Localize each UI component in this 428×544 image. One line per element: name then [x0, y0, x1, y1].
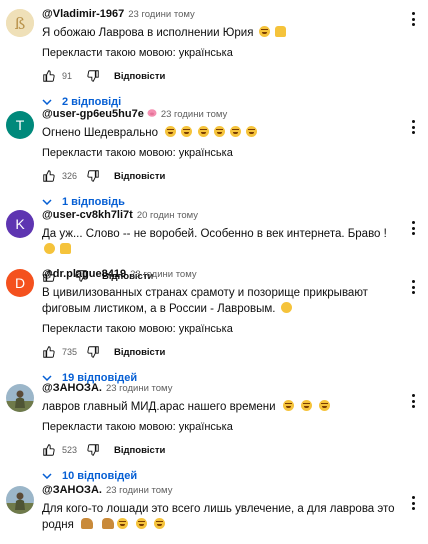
laughing-emoji-icon	[258, 26, 270, 37]
comment-text: Огнено Шедеврально	[42, 125, 402, 141]
rolling-laughing-emoji-icon	[300, 400, 312, 411]
comment: K @user-cv8kh7li7t 20 годин тому Да уж..…	[0, 209, 428, 282]
comment-text-content: Я обожаю Лаврова в исполнении Юрия	[42, 27, 254, 39]
comment-author[interactable]: @user-gp6eu5hu7e	[42, 108, 144, 120]
comment-text: Да уж... Слово -- не воробей. Особенно в…	[42, 226, 402, 258]
laughing-emoji-icon	[181, 126, 193, 137]
avatar-letter: D	[14, 275, 26, 291]
monogram-avatar-icon: ß	[6, 9, 34, 37]
laughing-emoji-icon	[229, 126, 241, 137]
comment-time[interactable]: 23 години тому	[130, 269, 197, 280]
thumbs-up-emoji-icon	[274, 26, 286, 37]
soldier-avatar-icon	[6, 384, 34, 412]
comment-text-content: Для кого-то лошади это всего лишь увлече…	[42, 503, 395, 531]
svg-text:ß: ß	[15, 14, 26, 33]
like-icon[interactable]	[42, 345, 56, 359]
replies-count: 2 відповіді	[62, 96, 122, 108]
dislike-icon[interactable]	[86, 345, 100, 359]
avatar[interactable]: T	[6, 111, 34, 139]
horse-emoji-icon	[81, 518, 94, 529]
like-icon[interactable]	[42, 69, 56, 83]
comment-time[interactable]: 23 години тому	[128, 9, 195, 20]
thumbs-up-emoji-icon	[60, 243, 72, 254]
avatar-letter: K	[15, 216, 25, 232]
comment: @ЗАНОЗА. 23 години тому Для кого-то лоша…	[0, 484, 428, 544]
comment-author[interactable]: @ЗАНОЗА.	[42, 382, 102, 394]
comment-text: лавров главный МИД.арас нашего времени	[42, 399, 402, 415]
comment: D @dr.plague8419 23 години тому В цивили…	[0, 268, 428, 384]
avatar[interactable]: K	[6, 210, 34, 238]
comment-time[interactable]: 23 години тому	[106, 485, 173, 496]
translate-link[interactable]: Перекласти такою мовою: українська	[42, 147, 402, 159]
avatar[interactable]	[6, 486, 34, 514]
dislike-icon[interactable]	[86, 443, 100, 457]
pig-emoji-icon	[147, 109, 157, 117]
reply-button[interactable]: Відповісти	[114, 445, 165, 456]
laughing-emoji-icon	[246, 126, 258, 137]
more-actions-icon[interactable]	[412, 394, 416, 408]
comment-author[interactable]: @user-cv8kh7li7t	[42, 209, 133, 221]
more-actions-icon[interactable]	[412, 280, 416, 294]
smile-emoji-icon	[280, 302, 292, 313]
rolling-laughing-emoji-icon	[135, 518, 147, 529]
rolling-laughing-emoji-icon	[153, 518, 165, 529]
comment-text: Для кого-то лошади это всего лишь увлече…	[42, 501, 402, 533]
rolling-laughing-emoji-icon	[282, 400, 294, 411]
avatar-letter: T	[15, 117, 25, 133]
rolling-laughing-emoji-icon	[319, 400, 331, 411]
comment-text: Я обожаю Лаврова в исполнении Юрия	[42, 25, 402, 41]
view-replies-button[interactable]: 1 відповідь	[42, 196, 402, 208]
comment-time[interactable]: 20 годин тому	[137, 210, 198, 221]
more-actions-icon[interactable]	[412, 496, 416, 510]
comment-author[interactable]: @dr.plague8419	[42, 268, 126, 280]
more-actions-icon[interactable]	[412, 12, 416, 26]
laughing-emoji-icon	[165, 126, 177, 137]
comment-time[interactable]: 23 години тому	[106, 383, 173, 394]
like-count: 326	[62, 171, 78, 181]
grinning-emoji-icon	[44, 243, 55, 254]
chevron-down-icon	[42, 375, 52, 381]
dislike-icon[interactable]	[86, 169, 100, 183]
replies-count: 10 відповідей	[62, 470, 138, 482]
view-replies-button[interactable]: 2 відповіді	[42, 96, 402, 108]
reply-button[interactable]: Відповісти	[114, 347, 165, 358]
comment-time[interactable]: 23 години тому	[161, 109, 228, 120]
like-count: 735	[62, 347, 78, 357]
comment-text-content: Да уж... Слово -- не воробей. Особенно в…	[42, 228, 387, 240]
like-icon[interactable]	[42, 169, 56, 183]
translate-link[interactable]: Перекласти такою мовою: українська	[42, 47, 402, 59]
comment-text-content: В цивилизованных странах срамоту и позор…	[42, 287, 368, 315]
soldier-avatar-icon	[6, 486, 34, 514]
translate-link[interactable]: Перекласти такою мовою: українська	[42, 421, 402, 433]
translate-link[interactable]: Перекласти такою мовою: українська	[42, 323, 402, 335]
laughing-emoji-icon	[197, 126, 209, 137]
laughing-emoji-icon	[213, 126, 225, 137]
more-actions-icon[interactable]	[412, 221, 416, 235]
comment-text-content: лавров главный МИД.арас нашего времени	[42, 401, 276, 413]
reply-button[interactable]: Відповісти	[114, 71, 165, 82]
comment: ß @Vladimir-1967 23 години тому Я обожаю…	[0, 0, 428, 110]
avatar[interactable]	[6, 384, 34, 412]
rolling-laughing-emoji-icon	[117, 518, 129, 529]
like-icon[interactable]	[42, 443, 56, 457]
dislike-icon[interactable]	[86, 69, 100, 83]
chevron-down-icon	[42, 99, 52, 105]
chevron-down-icon	[42, 473, 52, 479]
more-actions-icon[interactable]	[412, 120, 416, 134]
reply-button[interactable]: Відповісти	[114, 171, 165, 182]
avatar[interactable]: ß	[6, 9, 34, 37]
like-count: 523	[62, 445, 78, 455]
comment-text-content: Огнено Шедеврально	[42, 127, 158, 139]
like-count: 91	[62, 71, 73, 81]
chevron-down-icon	[42, 199, 52, 205]
replies-count: 1 відповідь	[62, 196, 125, 208]
avatar[interactable]: D	[6, 269, 34, 297]
horse-face-emoji-icon	[102, 518, 115, 529]
comment-text: В цивилизованных странах срамоту и позор…	[42, 285, 402, 317]
comment-author[interactable]: @Vladimir-1967	[42, 8, 124, 20]
comment: T @user-gp6eu5hu7e 23 години тому Огнено…	[0, 108, 428, 208]
view-replies-button[interactable]: 10 відповідей	[42, 470, 402, 482]
comment: @ЗАНОЗА. 23 години тому лавров главный М…	[0, 382, 428, 482]
comment-author[interactable]: @ЗАНОЗА.	[42, 484, 102, 496]
